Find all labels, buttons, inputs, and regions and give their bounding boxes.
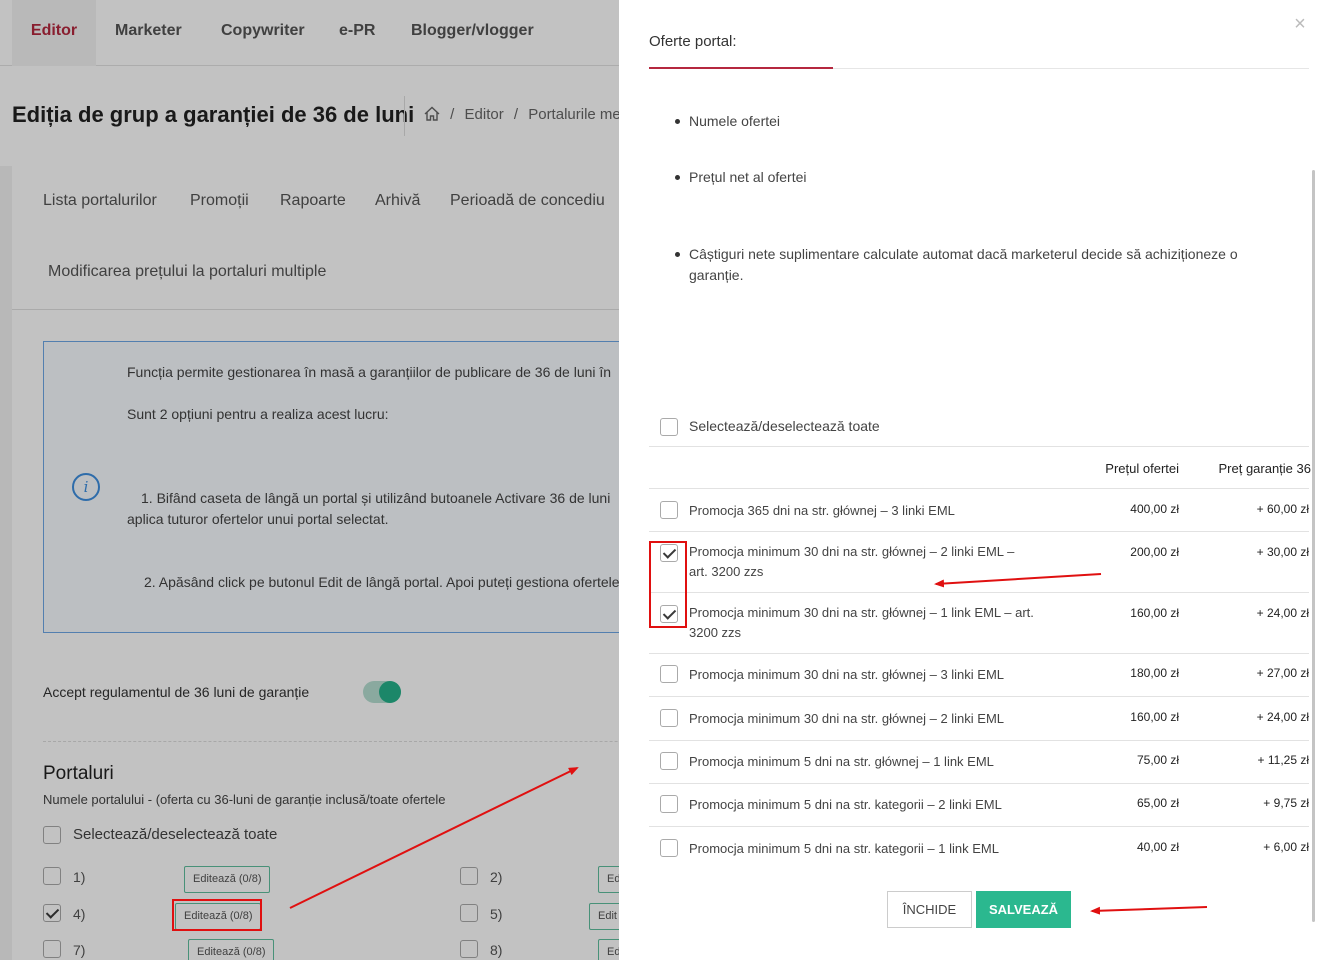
table-divider	[649, 592, 1309, 593]
offer-guarantee: + 24,00 zł	[1256, 606, 1309, 620]
offer-guarantee: + 60,00 zł	[1256, 502, 1309, 516]
offers-panel: Oferte portal: × Numele ofertei Prețul n…	[619, 0, 1341, 960]
table-divider	[649, 653, 1309, 654]
offer-name-line2: art. 3200 zzs	[689, 564, 764, 579]
offer-name-line2: 3200 zzs	[689, 625, 742, 640]
offer-guarantee: + 30,00 zł	[1256, 545, 1309, 559]
offer-name: Promocja minimum 30 dni na str. głównej …	[689, 711, 1005, 726]
offer-name: Promocja minimum 30 dni na str. głównej …	[689, 542, 1049, 582]
offer-checkbox[interactable]	[660, 665, 678, 683]
offer-price: 65,00 zł	[1136, 796, 1179, 810]
annotation-box-edit	[172, 899, 262, 931]
offer-price: 160,00 zł	[1130, 606, 1179, 620]
offer-checkbox[interactable]	[660, 501, 678, 519]
bullet-net-price: Prețul net al ofertei	[675, 167, 807, 188]
offer-name: Promocja 365 dni na str. głównej – 3 lin…	[689, 503, 955, 518]
offer-guarantee: + 11,25 zł	[1257, 753, 1309, 767]
table-divider	[649, 696, 1309, 697]
offer-checkbox[interactable]	[660, 795, 678, 813]
offers-select-all-label: Selectează/deselectează toate	[689, 418, 880, 434]
offer-checkbox[interactable]	[660, 839, 678, 857]
offer-name: Promocja minimum 5 dni na str. kategorii…	[689, 841, 999, 856]
offer-name: Promocja minimum 30 dni na str. głównej …	[689, 667, 1005, 682]
table-divider	[649, 531, 1309, 532]
table-divider	[649, 488, 1309, 489]
offer-price: 180,00 zł	[1130, 666, 1179, 680]
save-button[interactable]: SALVEAZĂ	[976, 891, 1071, 928]
offers-select-all-checkbox[interactable]	[660, 418, 678, 436]
offer-checkbox[interactable]	[660, 752, 678, 770]
close-icon[interactable]: ×	[1291, 14, 1309, 34]
offer-price: 75,00 zł	[1136, 753, 1179, 767]
bullet-extra-earnings-line1: Câștiguri nete suplimentare calculate au…	[689, 246, 1238, 262]
offer-guarantee: + 9,75 zł	[1263, 796, 1309, 810]
offer-name: Promocja minimum 5 dni na str. kategorii…	[689, 797, 1002, 812]
offer-name-line1: Promocja minimum 30 dni na str. głównej …	[689, 605, 1034, 620]
offer-guarantee: + 27,00 zł	[1256, 666, 1309, 680]
offer-checkbox[interactable]	[660, 709, 678, 727]
bullet-extra-earnings-line2: garanție.	[689, 267, 744, 283]
close-button[interactable]: ÎNCHIDE	[887, 891, 972, 928]
offer-guarantee: + 24,00 zł	[1256, 710, 1309, 724]
table-divider	[649, 783, 1309, 784]
offer-name-line1: Promocja minimum 30 dni na str. głównej …	[689, 544, 1015, 559]
table-divider	[649, 826, 1309, 827]
offer-guarantee: + 6,00 zł	[1263, 840, 1309, 854]
annotation-box-checked-offers	[649, 541, 687, 628]
offer-price: 40,00 zł	[1136, 840, 1179, 854]
column-header-price: Prețul ofertei	[1105, 461, 1179, 476]
panel-scrollbar[interactable]	[1312, 170, 1315, 922]
bullet-offer-name: Numele ofertei	[674, 111, 780, 132]
offer-name: Promocja minimum 30 dni na str. głównej …	[689, 603, 1049, 643]
offer-price: 160,00 zł	[1130, 710, 1179, 724]
offer-price: 200,00 zł	[1130, 545, 1179, 559]
panel-title-accent	[649, 67, 833, 69]
column-header-guarantee: Preț garanție 36	[1218, 461, 1311, 476]
table-divider	[649, 446, 1309, 447]
table-divider	[649, 740, 1309, 741]
panel-title: Oferte portal:	[649, 33, 737, 50]
bullet-extra-earnings: Câștiguri nete suplimentare calculate au…	[675, 244, 1289, 286]
offer-price: 400,00 zł	[1130, 502, 1179, 516]
offer-name: Promocja minimum 5 dni na str. głównej –…	[689, 754, 994, 769]
